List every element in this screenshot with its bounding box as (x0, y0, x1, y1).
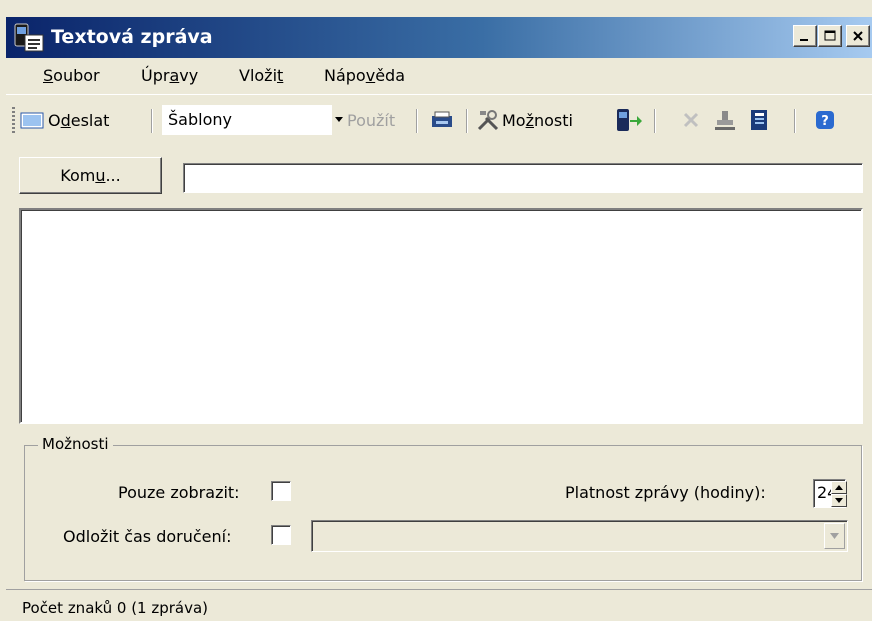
spin-up-button[interactable] (831, 481, 847, 494)
spin-down-icon (835, 498, 843, 503)
toolbar-separator (466, 109, 468, 133)
menu-bar: Soubor Úpravy Vložit Nápověda (6, 58, 872, 94)
send-message-icon (20, 112, 44, 129)
toolbar-grip[interactable] (12, 107, 15, 133)
spin-down-button[interactable] (831, 494, 847, 507)
chevron-down-icon (830, 533, 839, 539)
delivery-time-picker[interactable] (311, 520, 848, 552)
menu-soubor-key: S (43, 66, 54, 85)
delivery-time-dropdown-button[interactable] (824, 523, 845, 549)
status-bar: Počet znaků 0 (1 zpráva) (6, 589, 872, 621)
menu-napoveda-key: v (365, 66, 376, 85)
window-title: Textová zpráva (51, 26, 213, 48)
menu-upravy-post: vy (179, 66, 199, 85)
toolbar-separator (151, 109, 153, 133)
delete-disabled-icon[interactable] (679, 108, 703, 132)
options-label-post: nosti (534, 111, 573, 130)
help-icon[interactable]: ? (813, 108, 837, 132)
options-button[interactable]: Možnosti (474, 103, 608, 137)
display-only-label: Pouze zobrazit: (118, 483, 240, 502)
send-label-key: d (60, 111, 71, 130)
toolbar-separator (794, 109, 796, 133)
send-button[interactable]: Odeslat (18, 103, 148, 137)
app-phone-icon[interactable] (13, 23, 45, 53)
recipient-button-key: u (95, 166, 106, 185)
phone-export-icon[interactable] (615, 108, 643, 132)
menu-soubor-post: oubor (53, 66, 100, 85)
menu-vlozit-pre: Vloži (239, 66, 278, 85)
menu-upravy[interactable]: Úpravy (141, 66, 198, 85)
character-count-status: Počet znaků 0 (1 zpráva) (22, 599, 209, 617)
templates-combo[interactable]: Šablony (162, 105, 332, 135)
toolbar-separator (416, 109, 418, 133)
validity-label: Platnost zprávy (hodiny): (565, 483, 766, 502)
recipient-button-pre: Kom (60, 166, 96, 185)
printer-icon[interactable] (430, 108, 454, 132)
recipient-button-post: ... (105, 166, 121, 185)
menu-napoveda-post: ěda (375, 66, 405, 85)
validity-spinner (831, 481, 847, 507)
close-button[interactable] (846, 25, 870, 47)
stamp-icon[interactable] (713, 108, 737, 132)
minimize-icon (800, 39, 808, 41)
options-group-legend: Možnosti (38, 435, 113, 453)
recipient-button[interactable]: Komu... (19, 157, 162, 194)
message-textarea[interactable] (19, 208, 863, 424)
recipient-input[interactable] (183, 163, 863, 193)
delay-delivery-label: Odložit čas doručení: (63, 527, 232, 546)
toolbar-separator (654, 109, 656, 133)
send-label-pre: O (48, 111, 61, 130)
delay-delivery-checkbox[interactable] (271, 525, 291, 545)
menu-napoveda[interactable]: Nápověda (324, 66, 405, 85)
options-label-key: ž (525, 111, 534, 130)
templates-dropdown-arrow-icon[interactable] (335, 117, 343, 122)
options-group (24, 445, 862, 581)
menu-napoveda-pre: Nápo (324, 66, 366, 85)
sms-window: Textová zpráva Soubor Úpravy Vložit Nápo… (0, 0, 872, 621)
menu-soubor[interactable]: Soubor (43, 66, 100, 85)
minimize-button[interactable] (793, 25, 817, 47)
send-label-post: eslat (70, 111, 110, 130)
options-label-pre: Mo (502, 111, 526, 130)
menu-upravy-key: a (169, 66, 180, 85)
menu-vlozit[interactable]: Vložit (239, 66, 283, 85)
title-bar[interactable]: Textová zpráva (6, 17, 872, 58)
options-label: Možnosti (502, 111, 573, 130)
phonebook-icon[interactable] (747, 108, 771, 132)
maximize-icon (824, 30, 836, 41)
tools-icon (477, 110, 499, 131)
spin-up-icon (835, 485, 843, 490)
close-icon (853, 31, 863, 41)
svg-text:?: ? (821, 114, 829, 129)
display-only-checkbox[interactable] (271, 481, 291, 501)
menu-vlozit-key: t (277, 66, 284, 85)
toolbar: Odeslat Šablony Použít Možnosti ? (6, 94, 872, 144)
maximize-button[interactable] (818, 25, 842, 47)
menu-upravy-pre: Úpr (141, 66, 170, 85)
send-label: Odeslat (48, 111, 109, 130)
templates-combo-value: Šablony (168, 110, 232, 129)
apply-template-button[interactable]: Použít (347, 111, 395, 130)
